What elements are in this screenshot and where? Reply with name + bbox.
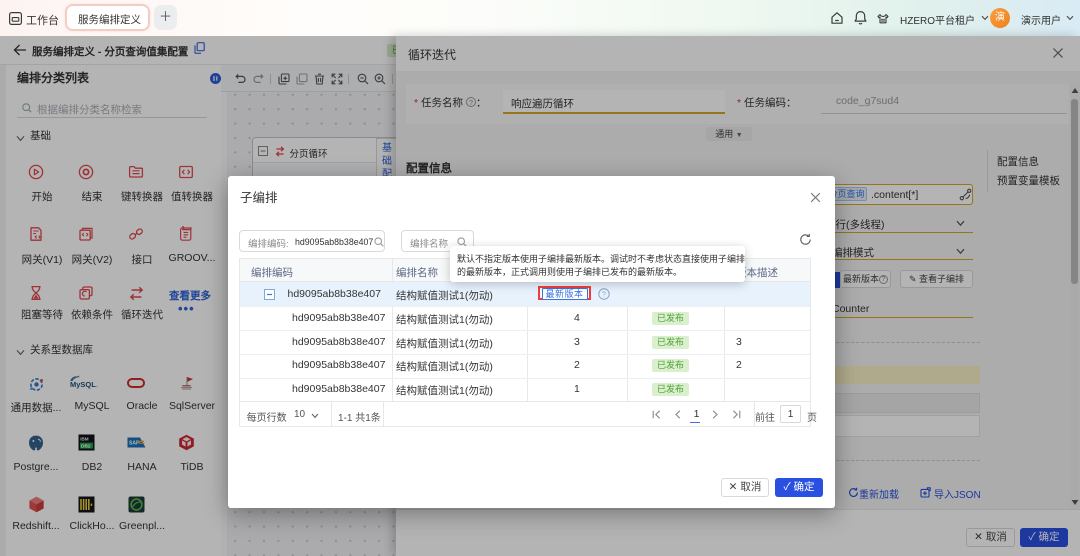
- svg-text:?: ?: [602, 290, 606, 299]
